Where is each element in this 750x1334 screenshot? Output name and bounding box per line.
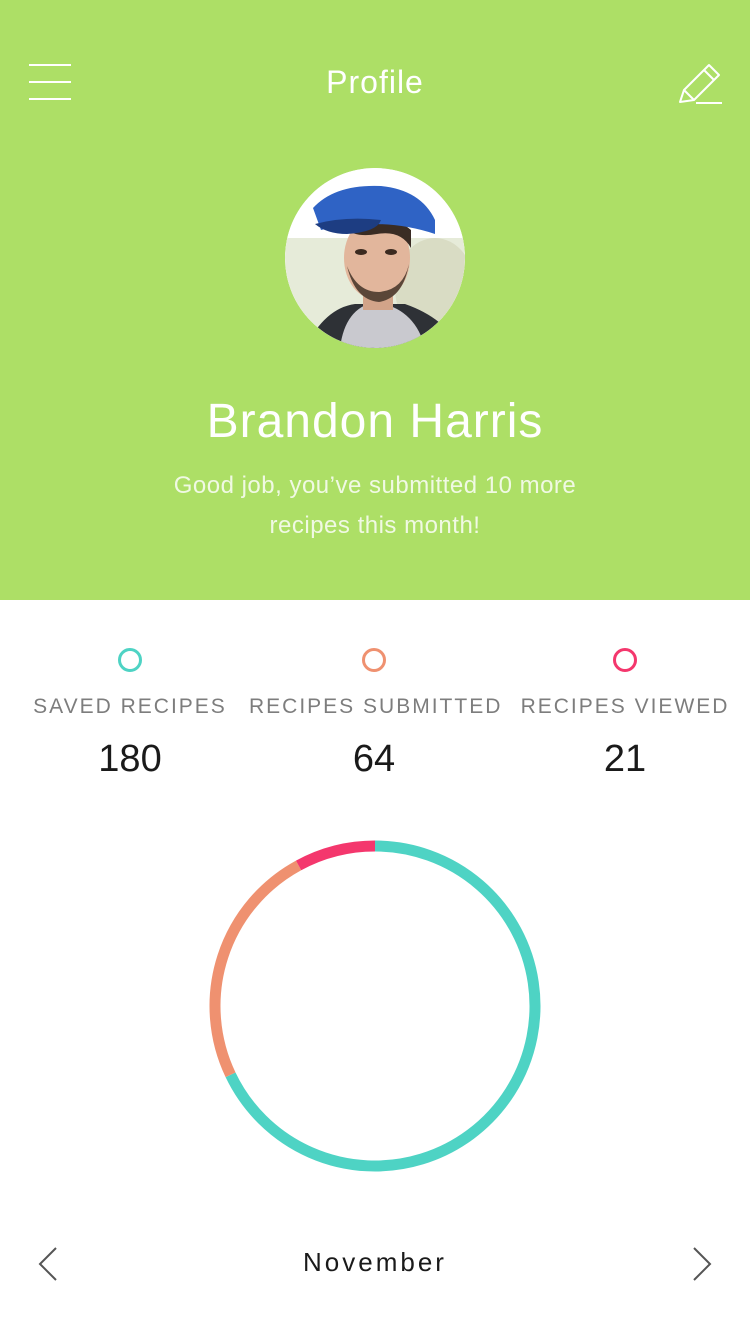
chevron-right-icon[interactable]: [690, 1244, 714, 1284]
user-message: Good job, you’ve submitted 10 more recip…: [173, 472, 577, 539]
stat-label: RECIPES SUBMITTED: [249, 695, 503, 718]
stat-recipes-submitted: RECIPES SUBMITTED 64: [249, 648, 503, 782]
avatar[interactable]: [285, 168, 465, 348]
stat-saved-recipes: SAVED RECIPES 180: [5, 648, 255, 782]
user-name: Brandon Harris: [206, 395, 544, 448]
month-label: November: [303, 1247, 447, 1277]
ring-segment-recipes-submitted: [209, 860, 302, 1078]
stat-value: 64: [352, 738, 396, 780]
stat-value: 180: [98, 738, 162, 780]
user-avatar-photo: [285, 168, 465, 348]
stat-dot-icon: [362, 648, 386, 672]
recipes-ring-chart: [209, 840, 541, 1172]
pencil-edit-icon[interactable]: [676, 60, 724, 108]
stat-recipes-viewed: RECIPES VIEWED 21: [500, 648, 750, 782]
stat-dot-icon: [613, 648, 637, 672]
ring-segment-recipes-viewed: [295, 840, 376, 871]
profile-header: Profile Brandon Harris Good job, you’ve …: [0, 0, 750, 600]
ring-segment-saved-recipes: [225, 840, 541, 1172]
profile-screen: Profile Brandon Harris Good job, you’ve …: [0, 0, 750, 1334]
stat-value: 21: [603, 738, 647, 780]
page-title: Profile: [326, 64, 424, 100]
stat-dot-icon: [118, 648, 142, 672]
stat-label: RECIPES VIEWED: [520, 695, 730, 718]
stat-label: SAVED RECIPES: [33, 695, 227, 718]
